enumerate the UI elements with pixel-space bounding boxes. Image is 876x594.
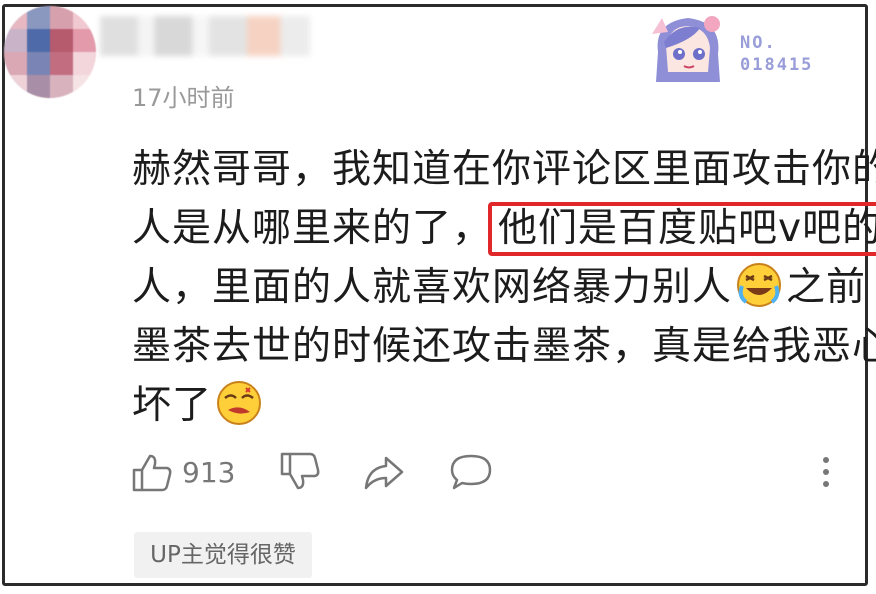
highlight-box: 他们是百度贴吧v吧的 [488,202,876,256]
avatar[interactable] [4,6,96,98]
crying-face-emoji [737,263,782,307]
more-icon [823,457,829,487]
like-button[interactable] [130,450,176,498]
anime-character-icon [652,16,720,82]
reply-icon [450,454,492,490]
comment-line: 坏了 [132,376,852,435]
up-liked-tag: UP主觉得很赞 [134,532,312,578]
like-count: 913 [182,456,236,489]
share-icon [364,456,404,490]
comment-line: 人，里面的人就喜欢网络暴力别人 之前 [132,258,865,317]
badge-number: NO. 018415 [740,33,814,75]
comment-timestamp: 17小时前 [132,84,235,112]
comment-line: 人是从哪里来的了， 他们是百度贴吧v吧的 [132,199,876,258]
share-button[interactable] [362,450,406,498]
comment-line: 墨茶去世的时候还攻击墨茶，真是给我恶心 [132,324,876,369]
angry-face-emoji [217,381,262,425]
reply-button[interactable] [448,450,494,498]
fan-badge: NO. 018415 [644,12,834,86]
dislike-button[interactable] [278,450,322,498]
username-blurred[interactable] [100,16,310,56]
thumbs-up-icon [132,454,172,492]
thumbs-down-icon [280,452,320,490]
comment-body: 赫然哥哥，我知道在你评论区里面攻击你的 人是从哪里来的了， 他们是百度贴吧v吧的 … [132,140,876,435]
more-button[interactable] [816,450,836,498]
comment-line: 赫然哥哥，我知道在你评论区里面攻击你的 [132,147,876,192]
comment-actions: 913 [130,450,840,498]
